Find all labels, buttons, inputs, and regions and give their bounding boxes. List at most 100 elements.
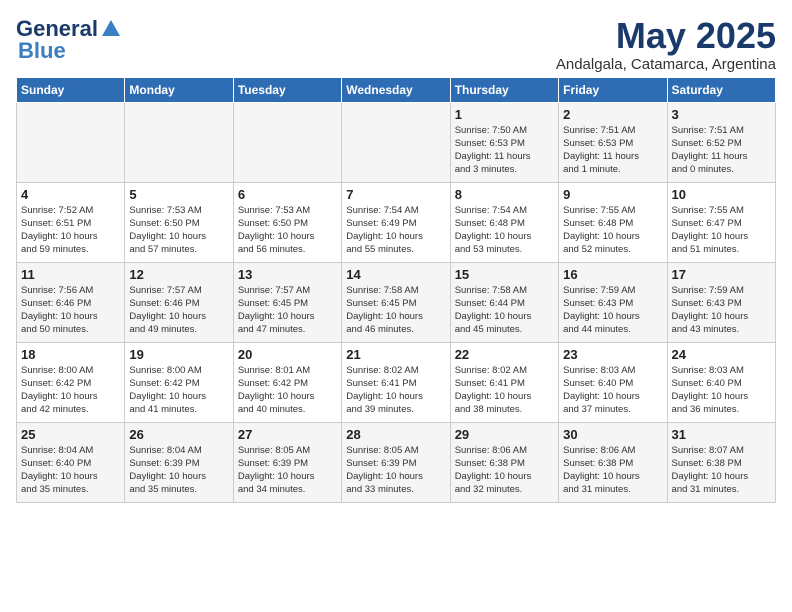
cell-info: Sunrise: 8:05 AM Sunset: 6:39 PM Dayligh…: [238, 444, 337, 497]
day-number: 26: [129, 427, 228, 442]
day-number: 10: [672, 187, 771, 202]
col-header-friday: Friday: [559, 77, 667, 102]
day-number: 20: [238, 347, 337, 362]
cell-info: Sunrise: 8:01 AM Sunset: 6:42 PM Dayligh…: [238, 364, 337, 417]
cell-info: Sunrise: 8:02 AM Sunset: 6:41 PM Dayligh…: [346, 364, 445, 417]
day-number: 19: [129, 347, 228, 362]
calendar-cell: 21 Sunrise: 8:02 AM Sunset: 6:41 PM Dayli…: [342, 342, 450, 422]
day-number: 15: [455, 267, 554, 282]
col-header-saturday: Saturday: [667, 77, 775, 102]
cell-info: Sunrise: 7:53 AM Sunset: 6:50 PM Dayligh…: [238, 204, 337, 257]
cell-info: Sunrise: 8:06 AM Sunset: 6:38 PM Dayligh…: [455, 444, 554, 497]
calendar-cell: 16Sunrise: 7:59 AM Sunset: 6:43 PM Dayli…: [559, 262, 667, 342]
day-number: 28: [346, 427, 445, 442]
calendar-header-row: SundayMondayTuesdayWednesdayThursdayFrid…: [17, 77, 776, 102]
calendar-cell: 23 Sunrise: 8:03 AM Sunset: 6:40 PM Dayli…: [559, 342, 667, 422]
cell-info: Sunrise: 8:05 AM Sunset: 6:39 PM Dayligh…: [346, 444, 445, 497]
cell-info: Sunrise: 8:03 AM Sunset: 6:40 PM Dayligh…: [563, 364, 662, 417]
calendar-cell: 3Sunrise: 7:51 AM Sunset: 6:52 PM Daylig…: [667, 102, 775, 182]
week-row-1: 1 Sunrise: 7:50 AM Sunset: 6:53 PM Daylig…: [17, 102, 776, 182]
calendar-cell: 25 Sunrise: 8:04 AM Sunset: 6:40 PM Dayli…: [17, 422, 125, 502]
cell-info: Sunrise: 7:53 AM Sunset: 6:50 PM Dayligh…: [129, 204, 228, 257]
calendar-cell: 10Sunrise: 7:55 AM Sunset: 6:47 PM Dayli…: [667, 182, 775, 262]
week-row-2: 4 Sunrise: 7:52 AM Sunset: 6:51 PM Daylig…: [17, 182, 776, 262]
calendar-cell: 30 Sunrise: 8:06 AM Sunset: 6:38 PM Dayli…: [559, 422, 667, 502]
calendar-cell: 5 Sunrise: 7:53 AM Sunset: 6:50 PM Daylig…: [125, 182, 233, 262]
day-number: 13: [238, 267, 337, 282]
day-number: 23: [563, 347, 662, 362]
day-number: 6: [238, 187, 337, 202]
cell-info: Sunrise: 7:58 AM Sunset: 6:45 PM Dayligh…: [346, 284, 445, 337]
day-number: 22: [455, 347, 554, 362]
calendar-cell: 18 Sunrise: 8:00 AM Sunset: 6:42 PM Dayli…: [17, 342, 125, 422]
day-number: 4: [21, 187, 120, 202]
cell-info: Sunrise: 7:58 AM Sunset: 6:44 PM Dayligh…: [455, 284, 554, 337]
calendar-cell: 22 Sunrise: 8:02 AM Sunset: 6:41 PM Dayli…: [450, 342, 558, 422]
day-number: 25: [21, 427, 120, 442]
logo: General Blue: [16, 16, 122, 64]
calendar-cell: 20 Sunrise: 8:01 AM Sunset: 6:42 PM Dayli…: [233, 342, 341, 422]
day-number: 5: [129, 187, 228, 202]
day-number: 27: [238, 427, 337, 442]
col-header-sunday: Sunday: [17, 77, 125, 102]
page-header: General Blue May 2025 Andalgala, Catamar…: [16, 16, 776, 73]
calendar-cell: 17 Sunrise: 7:59 AM Sunset: 6:43 PM Dayli…: [667, 262, 775, 342]
day-number: 9: [563, 187, 662, 202]
cell-info: Sunrise: 7:57 AM Sunset: 6:46 PM Dayligh…: [129, 284, 228, 337]
calendar-cell: [233, 102, 341, 182]
cell-info: Sunrise: 8:04 AM Sunset: 6:40 PM Dayligh…: [21, 444, 120, 497]
day-number: 29: [455, 427, 554, 442]
calendar-cell: 4 Sunrise: 7:52 AM Sunset: 6:51 PM Daylig…: [17, 182, 125, 262]
calendar-cell: 29 Sunrise: 8:06 AM Sunset: 6:38 PM Dayli…: [450, 422, 558, 502]
day-number: 7: [346, 187, 445, 202]
calendar-cell: 9 Sunrise: 7:55 AM Sunset: 6:48 PM Daylig…: [559, 182, 667, 262]
calendar-cell: 13Sunrise: 7:57 AM Sunset: 6:45 PM Dayli…: [233, 262, 341, 342]
day-number: 21: [346, 347, 445, 362]
calendar-cell: 31 Sunrise: 8:07 AM Sunset: 6:38 PM Dayli…: [667, 422, 775, 502]
day-number: 30: [563, 427, 662, 442]
calendar-cell: 11Sunrise: 7:56 AM Sunset: 6:46 PM Dayli…: [17, 262, 125, 342]
calendar-table: SundayMondayTuesdayWednesdayThursdayFrid…: [16, 77, 776, 503]
col-header-tuesday: Tuesday: [233, 77, 341, 102]
day-number: 1: [455, 107, 554, 122]
week-row-5: 25 Sunrise: 8:04 AM Sunset: 6:40 PM Dayli…: [17, 422, 776, 502]
cell-info: Sunrise: 7:55 AM Sunset: 6:48 PM Dayligh…: [563, 204, 662, 257]
week-row-3: 11Sunrise: 7:56 AM Sunset: 6:46 PM Dayli…: [17, 262, 776, 342]
calendar-cell: [17, 102, 125, 182]
cell-info: Sunrise: 7:51 AM Sunset: 6:53 PM Dayligh…: [563, 124, 662, 177]
day-number: 18: [21, 347, 120, 362]
day-number: 2: [563, 107, 662, 122]
cell-info: Sunrise: 8:07 AM Sunset: 6:38 PM Dayligh…: [672, 444, 771, 497]
calendar-cell: 8 Sunrise: 7:54 AM Sunset: 6:48 PM Daylig…: [450, 182, 558, 262]
cell-info: Sunrise: 7:56 AM Sunset: 6:46 PM Dayligh…: [21, 284, 120, 337]
day-number: 31: [672, 427, 771, 442]
cell-info: Sunrise: 8:00 AM Sunset: 6:42 PM Dayligh…: [129, 364, 228, 417]
cell-info: Sunrise: 7:54 AM Sunset: 6:48 PM Dayligh…: [455, 204, 554, 257]
day-number: 12: [129, 267, 228, 282]
col-header-wednesday: Wednesday: [342, 77, 450, 102]
day-number: 14: [346, 267, 445, 282]
day-number: 16: [563, 267, 662, 282]
cell-info: Sunrise: 7:50 AM Sunset: 6:53 PM Dayligh…: [455, 124, 554, 177]
cell-info: Sunrise: 8:00 AM Sunset: 6:42 PM Dayligh…: [21, 364, 120, 417]
logo-text-blue: Blue: [18, 38, 66, 64]
day-number: 17: [672, 267, 771, 282]
col-header-thursday: Thursday: [450, 77, 558, 102]
day-number: 8: [455, 187, 554, 202]
main-title: May 2025: [556, 16, 776, 56]
title-section: May 2025 Andalgala, Catamarca, Argentina: [556, 16, 776, 73]
calendar-cell: [125, 102, 233, 182]
cell-info: Sunrise: 7:52 AM Sunset: 6:51 PM Dayligh…: [21, 204, 120, 257]
cell-info: Sunrise: 7:59 AM Sunset: 6:43 PM Dayligh…: [672, 284, 771, 337]
cell-info: Sunrise: 8:02 AM Sunset: 6:41 PM Dayligh…: [455, 364, 554, 417]
calendar-cell: 2 Sunrise: 7:51 AM Sunset: 6:53 PM Daylig…: [559, 102, 667, 182]
cell-info: Sunrise: 8:06 AM Sunset: 6:38 PM Dayligh…: [563, 444, 662, 497]
calendar-cell: 6 Sunrise: 7:53 AM Sunset: 6:50 PM Daylig…: [233, 182, 341, 262]
calendar-cell: 12 Sunrise: 7:57 AM Sunset: 6:46 PM Dayli…: [125, 262, 233, 342]
calendar-cell: 27 Sunrise: 8:05 AM Sunset: 6:39 PM Dayli…: [233, 422, 341, 502]
calendar-cell: 26Sunrise: 8:04 AM Sunset: 6:39 PM Dayli…: [125, 422, 233, 502]
day-number: 24: [672, 347, 771, 362]
week-row-4: 18 Sunrise: 8:00 AM Sunset: 6:42 PM Dayli…: [17, 342, 776, 422]
col-header-monday: Monday: [125, 77, 233, 102]
logo-icon: [100, 18, 122, 40]
